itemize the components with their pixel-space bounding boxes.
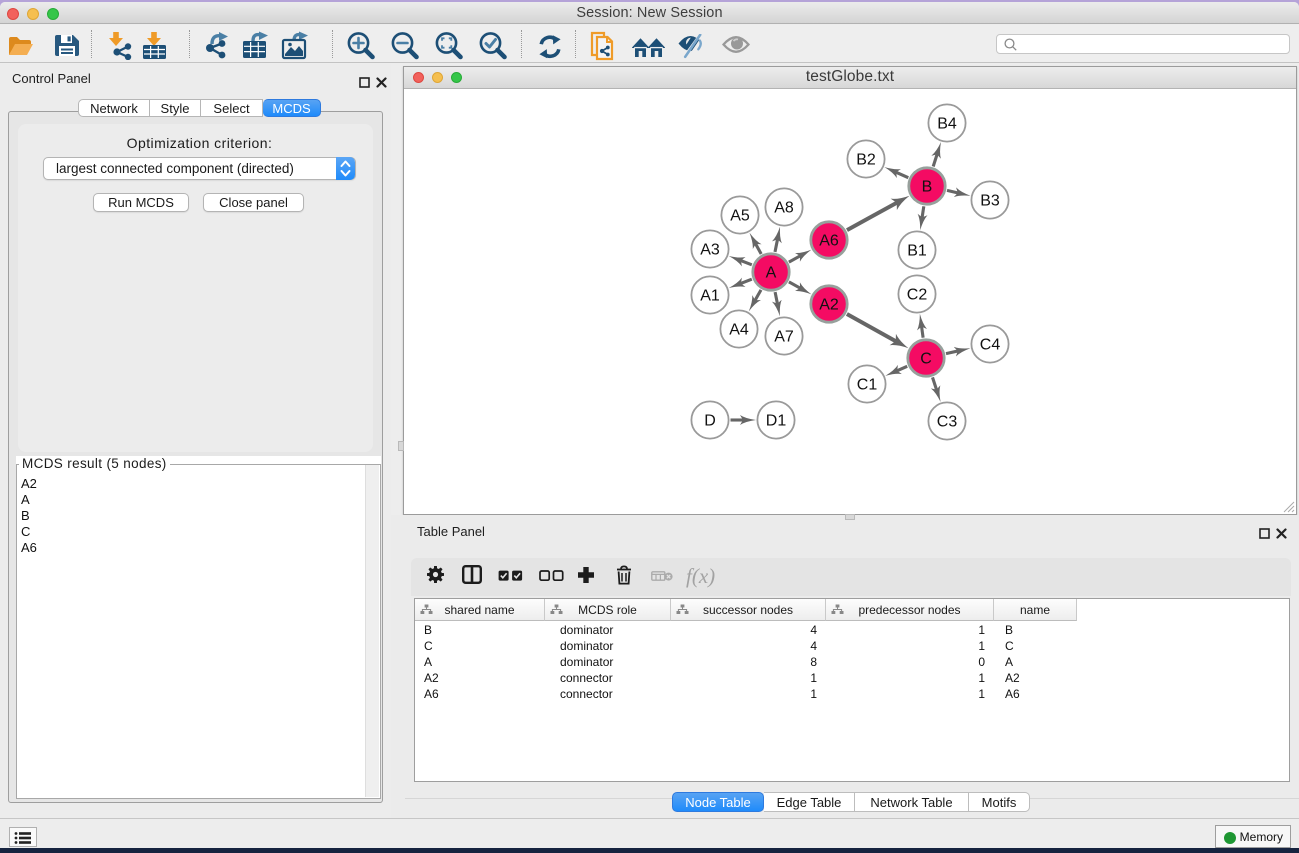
svg-text:C3: C3 [937,414,958,431]
svg-text:B4: B4 [937,116,957,133]
svg-text:D: D [704,413,716,430]
svg-text:A8: A8 [774,200,794,217]
svg-text:A1: A1 [700,288,720,305]
svg-text:A: A [766,265,777,282]
svg-text:B3: B3 [980,193,1000,210]
svg-text:C1: C1 [857,377,878,394]
svg-text:D1: D1 [766,413,787,430]
svg-text:C2: C2 [907,287,928,304]
svg-text:C4: C4 [980,337,1001,354]
svg-text:B2: B2 [856,152,876,169]
svg-text:A6: A6 [819,233,839,250]
svg-text:A4: A4 [729,322,749,339]
svg-text:B: B [922,179,933,196]
svg-text:C: C [920,351,932,368]
svg-text:A7: A7 [774,329,794,346]
svg-text:A3: A3 [700,242,720,259]
svg-text:A5: A5 [730,208,750,225]
svg-text:A2: A2 [819,297,839,314]
svg-text:B1: B1 [907,243,927,260]
